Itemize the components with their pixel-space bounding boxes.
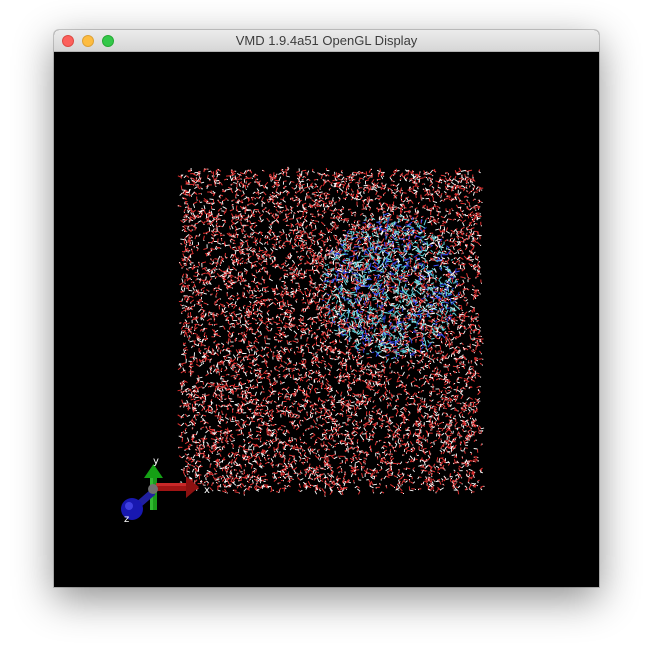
molecule-scene[interactable]: y x z	[54, 52, 599, 587]
title-bar[interactable]: VMD 1.9.4a51 OpenGL Display	[54, 30, 599, 52]
y-axis-label: y	[153, 456, 159, 467]
x-axis-label: x	[204, 485, 210, 496]
opengl-viewport[interactable]: y x z	[54, 52, 599, 587]
z-axis-label: z	[124, 514, 129, 525]
water-box	[177, 166, 485, 497]
vmd-display-window: VMD 1.9.4a51 OpenGL Display y x z	[54, 30, 599, 587]
window-title: VMD 1.9.4a51 OpenGL Display	[235, 33, 418, 48]
